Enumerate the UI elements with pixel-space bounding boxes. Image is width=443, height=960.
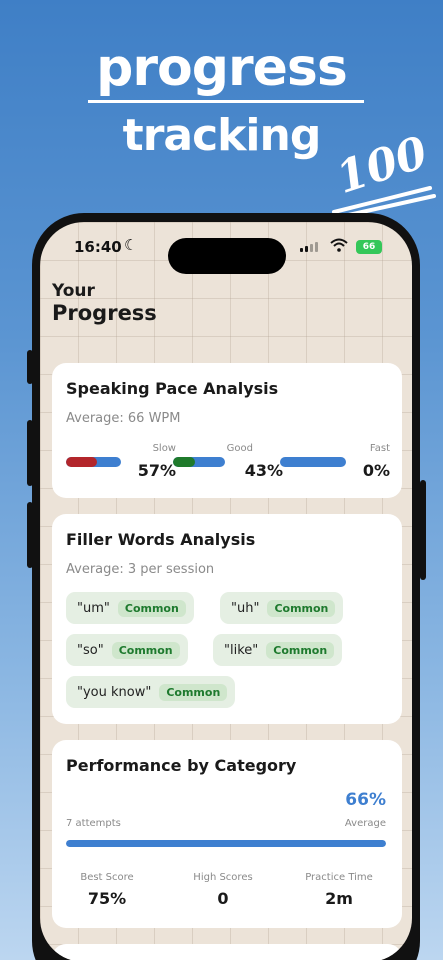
dynamic-island [168, 238, 286, 274]
page-title-large: Progress [52, 301, 157, 325]
pace-value: 0% [362, 461, 390, 480]
filler-word-chip[interactable]: "like" Common [213, 634, 343, 666]
promo-headline-line1: progress [96, 38, 348, 98]
page-title-small: Your [52, 281, 95, 301]
stat-label: Best Score [80, 872, 134, 883]
stat-high-scores: High Scores 0 [168, 872, 278, 908]
stat-label: Practice Time [305, 872, 373, 883]
page-title: Your Progress [52, 281, 157, 326]
pace-bar-fill [66, 457, 98, 467]
speaking-pace-card[interactable]: Speaking Pace Analysis Average: 66 WPM S… [52, 363, 402, 498]
filler-word: "you know" [77, 684, 152, 700]
stat-label: High Scores [193, 872, 253, 883]
next-card-peek [52, 944, 402, 960]
performance-percent: 66% [345, 790, 386, 810]
phone-action-button [27, 350, 33, 384]
frequency-badge: Common [266, 641, 335, 659]
card-title: Speaking Pace Analysis [66, 379, 279, 398]
phone-volume-up [27, 420, 33, 486]
battery-icon: 66 [356, 240, 382, 254]
pace-segment-slow: Slow 57% [66, 443, 176, 483]
frequency-badge: Common [117, 599, 186, 617]
filler-words-card[interactable]: Filler Words Analysis Average: 3 per ses… [52, 514, 402, 724]
card-title: Performance by Category [66, 756, 297, 775]
pace-bar-fill [173, 457, 196, 467]
headline-underline [88, 100, 364, 103]
stat-value: 0 [217, 889, 229, 908]
card-average: Average: 66 WPM [66, 411, 181, 426]
filler-word: "uh" [231, 600, 260, 616]
filler-word-chip[interactable]: "you know" Common [66, 676, 236, 708]
phone-power-button [420, 480, 426, 580]
performance-progress-bar [66, 840, 386, 847]
pace-bar [66, 457, 121, 467]
performance-card[interactable]: Performance by Category 66% 7 attempts A… [52, 740, 402, 928]
pace-value: 43% [244, 461, 283, 480]
filler-word: "um" [77, 600, 110, 616]
filler-word-chip[interactable]: "um" Common [66, 592, 194, 624]
stat-best-score: Best Score 75% [52, 872, 162, 908]
pace-bar [280, 457, 346, 467]
status-time: 16:40 [74, 238, 122, 256]
frequency-badge: Common [159, 683, 228, 701]
average-label: Average [344, 818, 386, 829]
hundred-underline-icon [332, 186, 436, 218]
pace-bar [173, 457, 225, 467]
stat-value: 2m [325, 889, 353, 908]
frequency-badge: Common [111, 641, 180, 659]
app-screen: 16:40 ☾ 66 Your Progress Speaking Pace A… [40, 222, 412, 960]
pace-label: Good [226, 443, 253, 454]
stat-value: 75% [87, 889, 127, 908]
pace-segment-good: Good 43% [173, 443, 283, 483]
frequency-badge: Common [267, 599, 336, 617]
performance-progress-fill [66, 840, 386, 847]
filler-word: "so" [77, 642, 104, 658]
pace-value: 57% [137, 461, 176, 480]
attempts-count: 7 attempts [66, 818, 121, 829]
cellular-signal-icon [300, 242, 318, 252]
pace-segment-fast: Fast 0% [280, 443, 390, 483]
phone-volume-down [27, 502, 33, 568]
filler-word: "like" [224, 642, 259, 658]
pace-label: Fast [369, 443, 390, 454]
filler-word-chip[interactable]: "uh" Common [220, 592, 344, 624]
wifi-icon [330, 238, 348, 252]
filler-word-chip[interactable]: "so" Common [66, 634, 188, 666]
stat-practice-time: Practice Time 2m [284, 872, 394, 908]
moon-icon: ☾ [124, 236, 138, 254]
card-title: Filler Words Analysis [66, 530, 256, 549]
card-average: Average: 3 per session [66, 562, 215, 577]
